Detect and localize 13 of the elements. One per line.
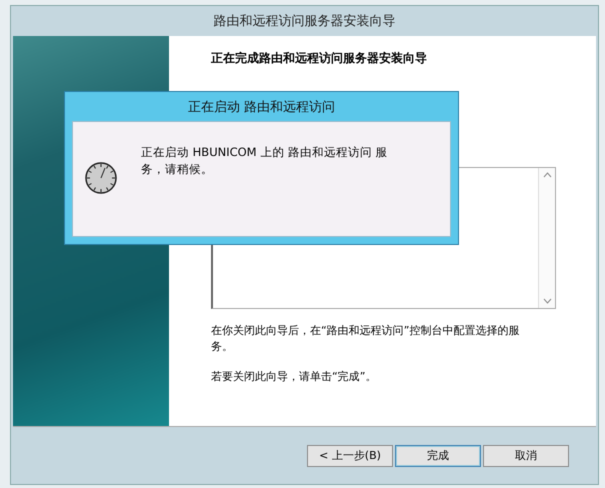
wizard-button[interactable]: < 上一步(B) bbox=[307, 444, 393, 466]
scrollbar[interactable] bbox=[538, 168, 555, 308]
status-message: 正在启动 HBUNICOM 上的 路由和远程访问 服务，请稍候。 bbox=[141, 144, 389, 178]
wizard-button[interactable]: 取消 bbox=[483, 444, 569, 466]
info-text: 在你关闭此向导后，在“路由和远程访问”控制台中配置选择的服务。 bbox=[211, 323, 520, 355]
dialog-title: 正在启动 路由和远程访问 bbox=[186, 98, 336, 116]
clock-icon bbox=[85, 162, 117, 194]
info-text: 若要关闭此向导，请单击“完成”。 bbox=[211, 369, 378, 385]
wizard-heading: 正在完成路由和远程访问服务器安装向导 bbox=[211, 50, 428, 67]
window-title: 路由和远程访问服务器安装向导 bbox=[212, 13, 396, 31]
finish-button[interactable]: 完成 bbox=[395, 444, 481, 466]
chevron-down-icon[interactable] bbox=[542, 298, 552, 304]
chevron-up-icon[interactable] bbox=[542, 172, 552, 178]
